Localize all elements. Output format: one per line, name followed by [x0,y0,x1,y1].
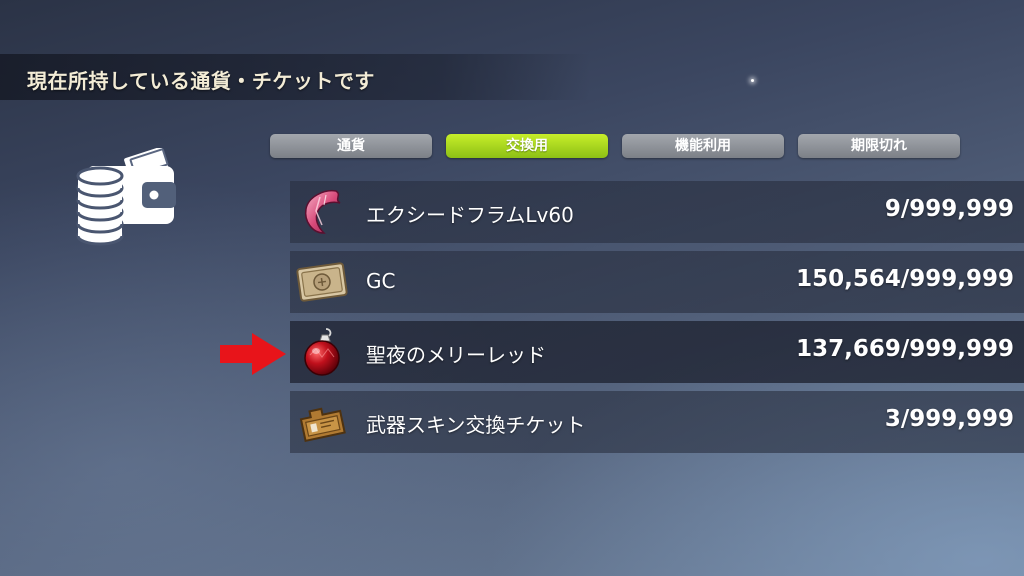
item-count: 9/999,999 [884,196,1014,222]
list-item-holy-night-merry-red[interactable]: 聖夜のメリーレッド 137,669/999,999 [290,321,1024,383]
item-name: 聖夜のメリーレッド [366,343,546,367]
item-count: 3/999,999 [884,406,1014,432]
item-count: 137,669/999,999 [796,336,1014,362]
list-item-gc[interactable]: GC 150,564/999,999 [290,251,1024,313]
list-item-weapon-skin-ticket[interactable]: 武器スキン交換チケット 3/999,999 [290,391,1024,453]
wallet-coins-icon [76,148,176,246]
item-count: 150,564/999,999 [796,266,1014,292]
item-name: 武器スキン交換チケット [366,413,586,437]
red-ornament-icon [304,328,340,376]
item-name: GC [366,269,396,293]
tab-exchange[interactable]: 交換用 [446,134,608,158]
gc-card-icon [296,262,348,302]
weapon-skin-ticket-icon [299,407,346,443]
tab-expired[interactable]: 期限切れ [798,134,960,158]
pink-crystal-shard-icon [304,189,341,234]
page-title: 現在所持している通貨・チケットです [27,69,375,93]
background-sparkle [751,79,754,82]
tab-currency[interactable]: 通貨 [270,134,432,158]
list-item-exceed-flame[interactable]: エクシードフラムLv60 9/999,999 [290,181,1024,243]
item-name: エクシードフラムLv60 [366,203,574,227]
category-tabs: 通貨 交換用 機能利用 期限切れ [270,134,960,158]
red-arrow-icon [220,333,286,375]
tab-function-use[interactable]: 機能利用 [622,134,784,158]
title-bar: 現在所持している通貨・チケットです [0,54,590,100]
